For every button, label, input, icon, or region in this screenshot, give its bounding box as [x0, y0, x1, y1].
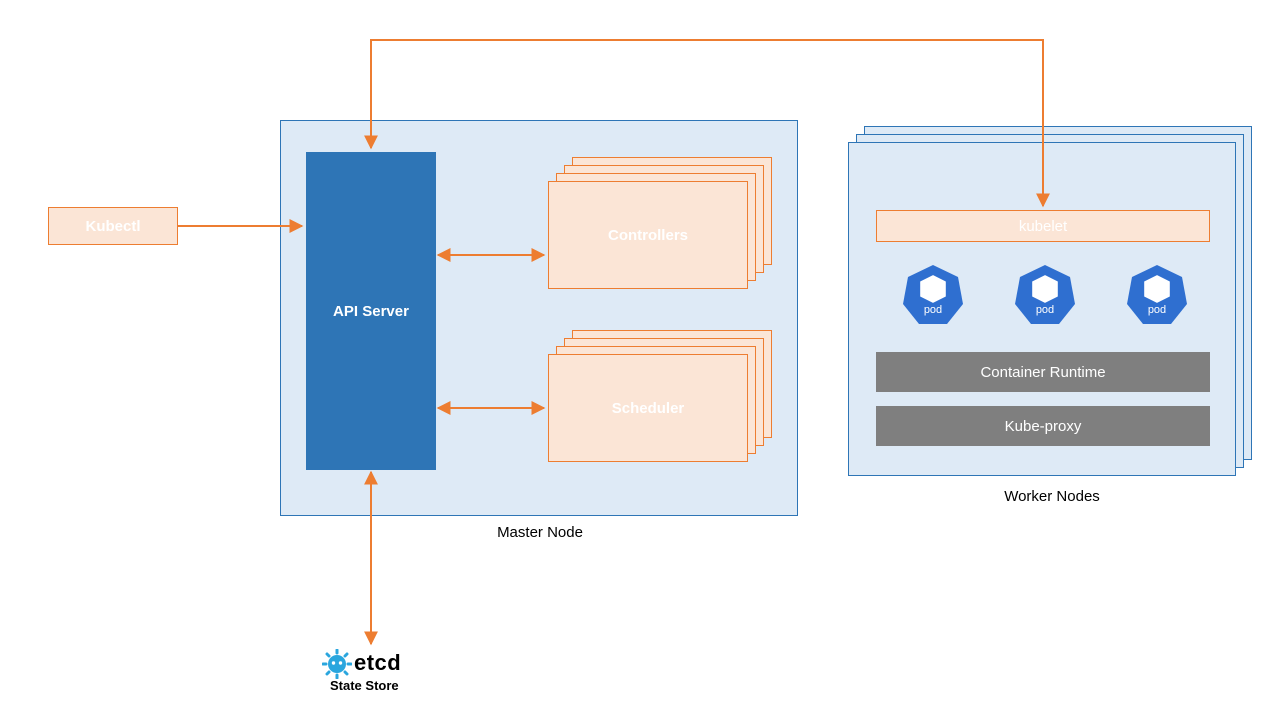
pod-3-label: pod	[1148, 304, 1166, 316]
etcd-subtitle: State Store	[330, 678, 399, 693]
container-runtime-box: Container Runtime	[876, 352, 1210, 392]
scheduler-card-1: Scheduler	[548, 354, 748, 462]
kube-proxy-label: Kube-proxy	[1005, 418, 1082, 435]
scheduler-label: Scheduler	[612, 400, 685, 417]
kube-proxy-box: Kube-proxy	[876, 406, 1210, 446]
kubelet-box: kubelet	[876, 210, 1210, 242]
etcd-icon	[322, 649, 352, 679]
api-server-box: API Server	[306, 152, 436, 470]
controllers-label: Controllers	[608, 227, 688, 244]
master-node-title: Master Node	[480, 524, 600, 541]
pod-2: pod	[1012, 262, 1078, 316]
pod-3: pod	[1124, 262, 1190, 316]
pod-1: pod	[900, 262, 966, 316]
pod-icon	[900, 262, 966, 328]
controllers-card-1: Controllers	[548, 181, 748, 289]
pod-icon	[1124, 262, 1190, 328]
container-runtime-label: Container Runtime	[980, 364, 1105, 381]
pod-icon	[1012, 262, 1078, 328]
pod-2-label: pod	[1036, 304, 1054, 316]
api-server-label: API Server	[333, 303, 409, 320]
pod-1-label: pod	[924, 304, 942, 316]
kubelet-label: kubelet	[1019, 218, 1067, 235]
worker-nodes-title: Worker Nodes	[992, 488, 1112, 505]
etcd-name: etcd	[354, 650, 401, 676]
kubectl-box: Kubectl	[48, 207, 178, 245]
diagram-canvas: Kubectl Master Node API Server Controlle…	[0, 0, 1284, 724]
kubectl-label: Kubectl	[85, 218, 140, 235]
